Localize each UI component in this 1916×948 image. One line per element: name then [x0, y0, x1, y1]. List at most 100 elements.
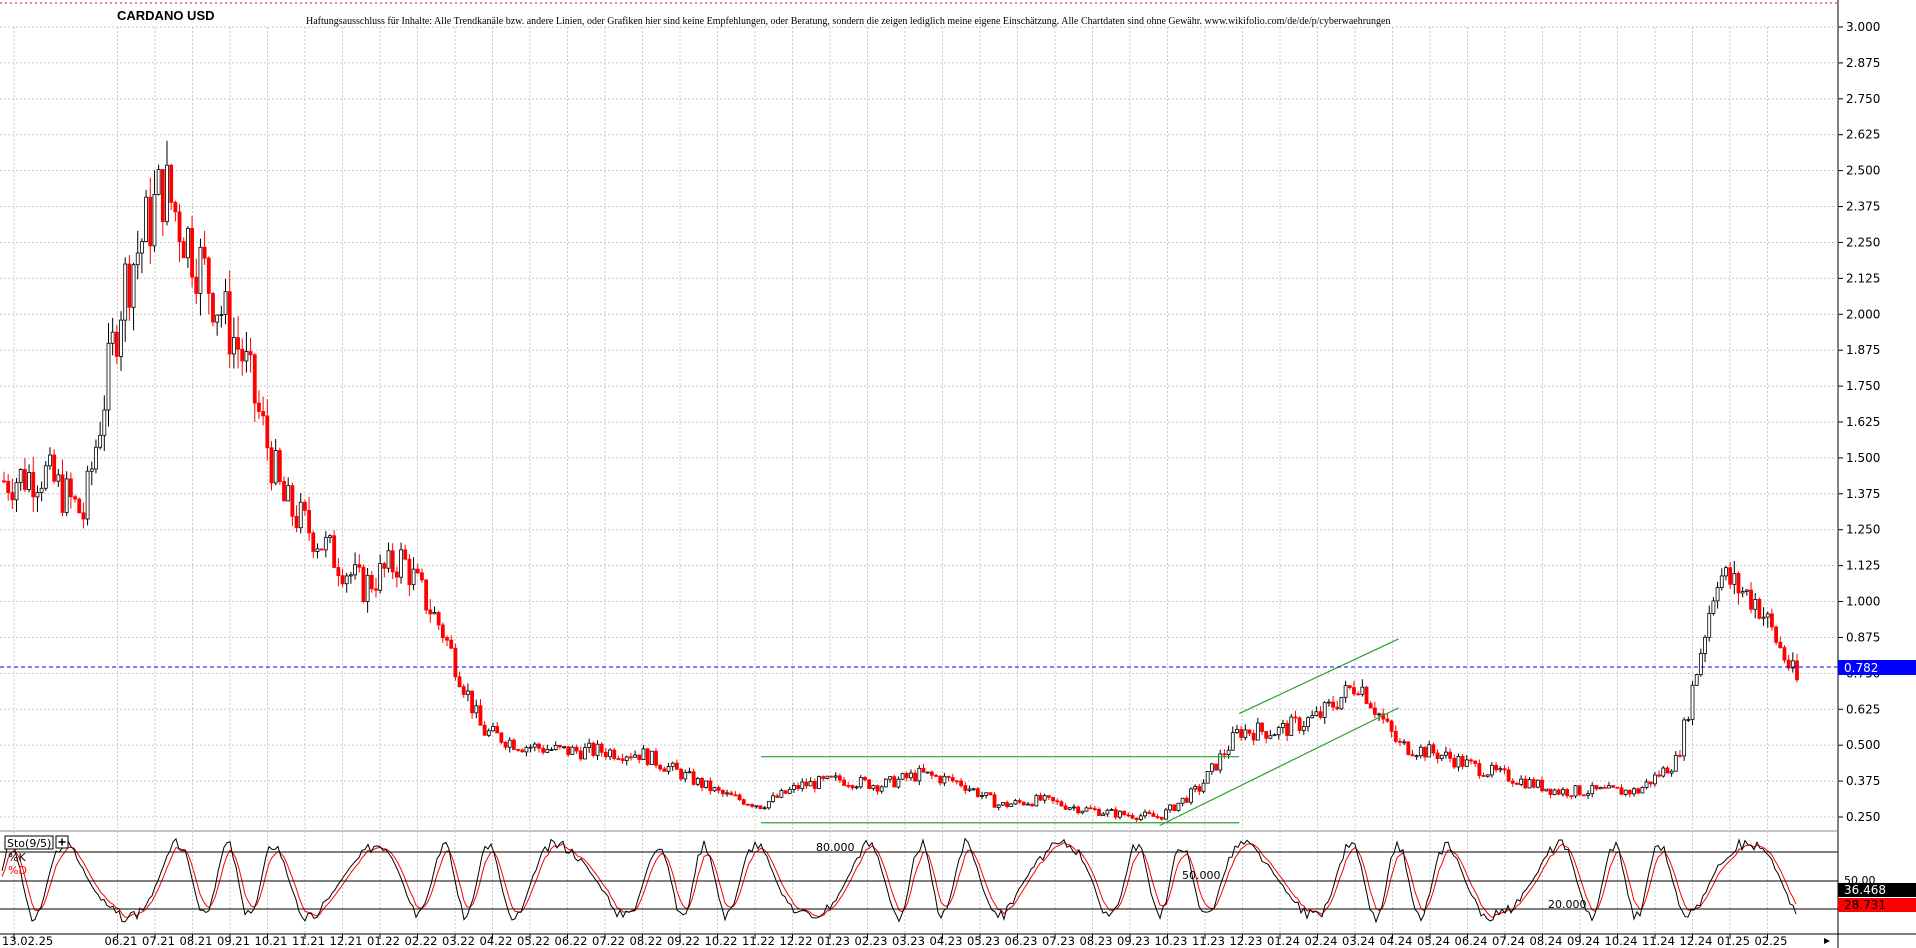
candle-body: [637, 754, 642, 760]
y-tick-label: 2.375: [1846, 200, 1880, 214]
candle-body: [491, 726, 495, 732]
candle-body: [729, 792, 734, 796]
x-tick-label: 05.23: [967, 934, 1000, 948]
candle-body: [1000, 802, 1005, 806]
candle-body: [520, 749, 525, 753]
x-tick-label: 08.24: [1530, 934, 1563, 948]
candle-body: [750, 804, 755, 807]
candle-body: [904, 773, 909, 779]
x-tick-label: 07.24: [1492, 934, 1525, 948]
candle-body: [783, 790, 788, 794]
candle-body: [1343, 685, 1348, 698]
candle-body: [248, 351, 253, 356]
candle-body: [1331, 701, 1335, 708]
candle-body: [917, 767, 922, 782]
candle-body: [1021, 801, 1026, 806]
candle-body: [173, 201, 178, 213]
candle-body: [31, 472, 36, 498]
candle-body: [1753, 598, 1758, 610]
y-tick-label: 1.125: [1846, 559, 1880, 573]
scroll-right-icon[interactable]: [1824, 938, 1830, 944]
x-tick-label: 06.24: [1455, 934, 1488, 948]
candle-body: [578, 750, 583, 760]
candle-body: [963, 785, 968, 791]
candle-body: [704, 780, 709, 788]
chart-title: CARDANO USD: [117, 8, 215, 23]
candle-body: [22, 469, 27, 490]
candle-body: [1051, 796, 1055, 802]
candle-body: [94, 446, 98, 470]
x-tick-label: 02.24: [1305, 934, 1338, 948]
candle-body: [1544, 788, 1549, 792]
k-value: 36.468: [1844, 883, 1886, 897]
y-tick-label: 0.625: [1846, 702, 1880, 716]
candle-body: [127, 263, 132, 308]
y-tick-label: 1.500: [1846, 451, 1880, 465]
candle-body: [1686, 718, 1691, 721]
candle-body: [1076, 806, 1081, 814]
x-tick-label: 03.24: [1342, 934, 1375, 948]
candle-body: [140, 241, 144, 254]
candle-body: [1393, 730, 1398, 742]
candle-body: [1080, 810, 1085, 814]
candle-body: [796, 785, 801, 789]
candle-body: [583, 747, 587, 760]
candle-body: [470, 690, 475, 714]
candle-body: [1782, 647, 1787, 661]
candle-body: [524, 746, 529, 753]
candle-body: [1498, 768, 1503, 771]
candle-body: [1469, 759, 1473, 762]
candle-body: [119, 319, 123, 357]
candle-body: [608, 749, 612, 758]
candle-body: [1531, 779, 1536, 788]
candle-body: [1163, 809, 1168, 820]
candle-body: [1594, 785, 1599, 790]
candle-body: [1322, 702, 1327, 718]
candle-body: [629, 756, 633, 759]
y-tick-label: 3.000: [1846, 20, 1880, 34]
candle-body: [1026, 803, 1030, 806]
candle-body: [85, 470, 90, 520]
y-tick-label: 2.125: [1846, 271, 1880, 285]
candle-body: [1527, 779, 1532, 789]
candle-body: [683, 771, 688, 780]
candle-body: [1652, 774, 1657, 785]
candle-body: [1247, 729, 1252, 734]
candle-body: [1410, 754, 1415, 757]
candle-body: [779, 790, 784, 798]
candle-body: [1372, 707, 1377, 715]
candle-body: [1009, 803, 1014, 808]
candle-body: [177, 211, 182, 243]
candle-body: [403, 549, 408, 560]
candle-body: [1757, 598, 1762, 619]
trend-line: [1159, 707, 1399, 827]
candle-body: [708, 780, 713, 792]
candle-body: [854, 786, 859, 789]
candle-body: [1155, 816, 1160, 818]
x-tick-label: 04.24: [1380, 934, 1413, 948]
candle-body: [1293, 716, 1298, 719]
x-tick-label: 05.24: [1417, 934, 1450, 948]
candle-body: [1464, 759, 1469, 767]
x-tick-label: 09.21: [217, 934, 250, 948]
candle-body: [603, 751, 608, 758]
candle-body: [1427, 744, 1432, 758]
x-tick-label: 06.21: [105, 934, 138, 948]
candle-body: [1423, 746, 1427, 758]
candle-body: [658, 764, 663, 770]
candle-body: [156, 169, 161, 195]
candle-body: [261, 411, 266, 417]
candle-body: [557, 744, 562, 748]
candle-body: [1519, 778, 1524, 785]
candle-body: [624, 756, 629, 761]
candle-body: [992, 794, 997, 808]
candle-body: [1272, 734, 1277, 737]
candle-body: [348, 574, 353, 577]
candle-body: [1418, 746, 1423, 757]
candle-body: [775, 795, 780, 798]
candle-body: [18, 469, 23, 483]
stoch-level-80-label: 80.000: [816, 841, 855, 854]
candle-body: [361, 566, 366, 602]
candle-body: [1778, 641, 1783, 648]
x-tick-label: 06.23: [1005, 934, 1038, 948]
